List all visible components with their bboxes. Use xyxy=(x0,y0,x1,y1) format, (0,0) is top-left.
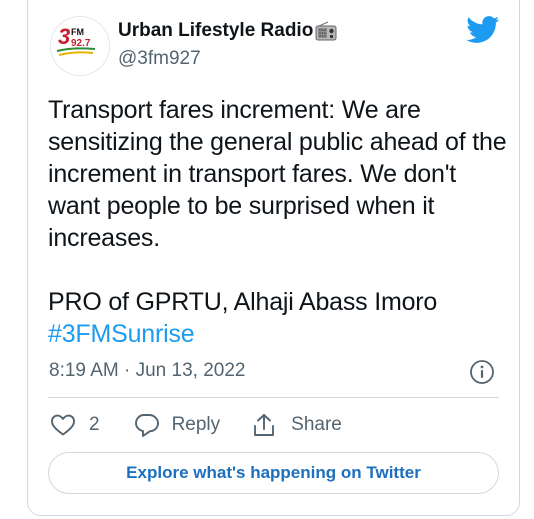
reply-button[interactable]: Reply xyxy=(134,412,221,438)
station-logo: 3 FM 92.7 xyxy=(56,24,96,56)
like-button[interactable]: 2 xyxy=(50,413,100,437)
tweet-actions: 2 Reply Share xyxy=(50,412,342,438)
heart-icon xyxy=(51,414,75,436)
radio-icon xyxy=(315,21,337,41)
share-button[interactable]: Share xyxy=(252,412,342,438)
account-name-row[interactable]: Urban Lifestyle Radio xyxy=(118,20,337,42)
tweet-timestamp[interactable]: 8:19 AM · Jun 13, 2022 xyxy=(49,360,245,382)
share-icon xyxy=(254,414,275,436)
reply-label: Reply xyxy=(171,414,221,435)
twitter-logo-icon[interactable] xyxy=(466,16,500,44)
reply-icon xyxy=(134,414,159,437)
tweet-paragraph: Transport fares increment: We are sensit… xyxy=(48,96,507,252)
tweet-attribution: PRO of GPRTU, Alhaji Abass Imoro xyxy=(48,288,438,316)
like-count: 2 xyxy=(89,414,100,435)
explore-twitter-button[interactable]: Explore what's happening on Twitter xyxy=(48,452,499,494)
svg-text:FM: FM xyxy=(71,27,84,37)
info-icon[interactable] xyxy=(469,359,495,385)
avatar[interactable]: 3 FM 92.7 xyxy=(50,16,110,76)
tweet-text: Transport fares increment: We are sensit… xyxy=(48,94,508,350)
share-label: Share xyxy=(291,414,342,435)
display-name[interactable]: Urban Lifestyle Radio xyxy=(118,20,313,42)
divider xyxy=(48,397,499,398)
account-handle[interactable]: @3fm927 xyxy=(118,48,201,70)
svg-text:3: 3 xyxy=(58,24,70,49)
hashtag-link[interactable]: #3FMSunrise xyxy=(48,320,195,348)
